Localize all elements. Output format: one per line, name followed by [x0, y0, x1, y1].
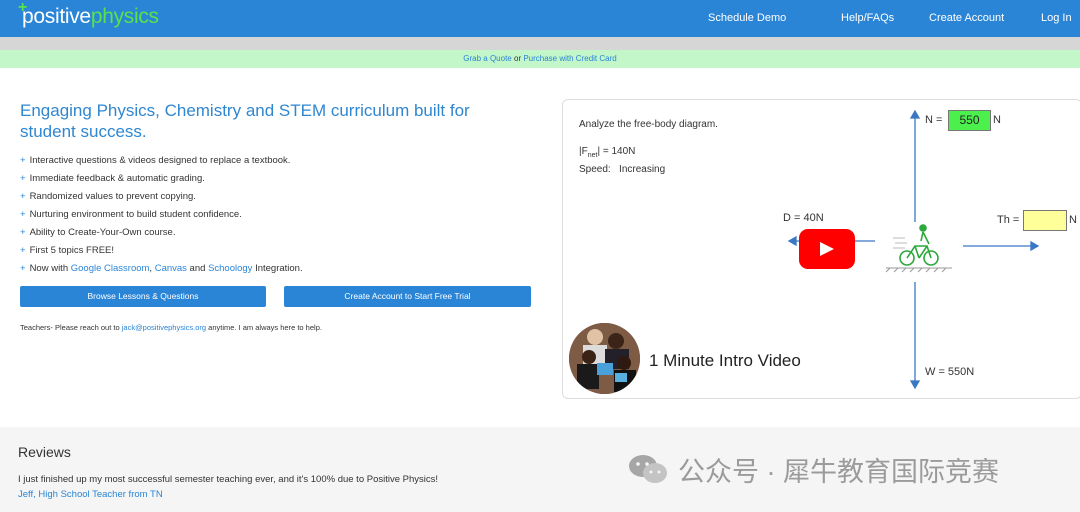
review-quote: I just finished up my most successful se… [18, 474, 439, 485]
youtube-play-button[interactable] [799, 229, 855, 269]
intro-video-title: 1 Minute Intro Video [649, 351, 801, 370]
nav-create-account[interactable]: Create Account [929, 12, 1004, 24]
weight-arrowhead [909, 380, 921, 390]
normal-arrowhead [909, 109, 921, 119]
wechat-icon [629, 455, 667, 483]
nav-log-in[interactable]: Log In [1041, 12, 1072, 24]
browse-lessons-button[interactable]: Browse Lessons & Questions [20, 286, 266, 307]
logo-text-positive: positive [22, 5, 91, 28]
plus-bullet-icon: + [20, 245, 26, 256]
gray-divider [0, 37, 1080, 50]
speed-lines [893, 237, 907, 249]
review-author-link[interactable]: Jeff, High School Teacher from TN [18, 489, 163, 500]
ground-hatch [885, 267, 952, 273]
hero-title: Engaging Physics, Chemistry and STEM cur… [20, 101, 470, 141]
normal-force-unit: N [993, 114, 1001, 126]
feature-item: + Interactive questions & videos designed… [20, 155, 291, 166]
plus-bullet-icon: + [20, 191, 26, 202]
feature-item: + First 5 topics FREE! [20, 245, 115, 256]
thrust-answer-input[interactable] [1023, 210, 1067, 231]
normal-force-label: N = [925, 114, 943, 126]
top-nav-bar: + positivephysics Schedule Demo Help/FAQs… [0, 0, 1080, 37]
purchase-link[interactable]: Purchase with Credit Card [523, 54, 616, 63]
wechat-watermark: 公众号 · 犀牛教育国际竞赛 [628, 451, 999, 487]
feature-item-integration: + Now with Google Classroom, Canvas and S… [20, 263, 303, 274]
feature-item: + Randomized values to prevent copying. [20, 191, 196, 202]
teachers-note: Teachers- Please reach out to jack@posit… [20, 323, 322, 332]
nav-schedule-demo[interactable]: Schedule Demo [708, 12, 786, 24]
feature-item: + Ability to Create-Your-Own course. [20, 227, 176, 238]
logo[interactable]: + positivephysics [18, 0, 159, 33]
reviews-section: Reviews I just finished up my most succe… [0, 427, 1080, 512]
watermark-text: 公众号 · 犀牛教育国际竞赛 [678, 456, 999, 487]
plus-bullet-icon: + [20, 227, 26, 238]
logo-plus-icon: + [18, 0, 28, 16]
contact-email-link[interactable]: jack@positivephysics.org [122, 323, 206, 332]
nav-help-faqs[interactable]: Help/FAQs [841, 12, 894, 24]
thrust-force-label: Th = [997, 214, 1020, 226]
play-icon [820, 242, 834, 256]
plus-bullet-icon: + [20, 173, 26, 184]
reviews-title: Reviews [18, 444, 71, 460]
feature-item: + Nurturing environment to build student … [20, 209, 242, 220]
canvas-link[interactable]: Canvas [155, 263, 187, 274]
weight-force-label: W = 550N [925, 366, 975, 378]
drag-arrowhead [787, 235, 797, 247]
feature-item: + Immediate feedback & automatic grading. [20, 173, 205, 184]
teacher-students-photo [569, 323, 640, 394]
plus-bullet-icon: + [20, 209, 26, 220]
google-classroom-link[interactable]: Google Classroom [71, 263, 150, 274]
thrust-arrowhead [1030, 240, 1040, 252]
promo-strip: Grab a Quote or Purchase with Credit Car… [0, 50, 1080, 68]
intro-video-player[interactable]: Analyze the free-body diagram. |Fnet| = … [562, 99, 1080, 399]
cyclist-icon [899, 224, 939, 266]
feature-list: + Interactive questions & videos designed… [20, 155, 303, 281]
schoology-link[interactable]: Schoology [208, 263, 252, 274]
logo-text-physics: physics [90, 5, 159, 28]
promo-or: or [511, 54, 524, 63]
plus-bullet-icon: + [20, 155, 26, 166]
create-account-trial-button[interactable]: Create Account to Start Free Trial [284, 286, 531, 307]
drag-force-label: D = 40N [783, 212, 824, 224]
normal-force-answer-box[interactable]: 550 [948, 110, 991, 131]
grab-quote-link[interactable]: Grab a Quote [463, 54, 511, 63]
plus-bullet-icon: + [20, 263, 26, 274]
thrust-force-unit: N [1069, 214, 1077, 226]
